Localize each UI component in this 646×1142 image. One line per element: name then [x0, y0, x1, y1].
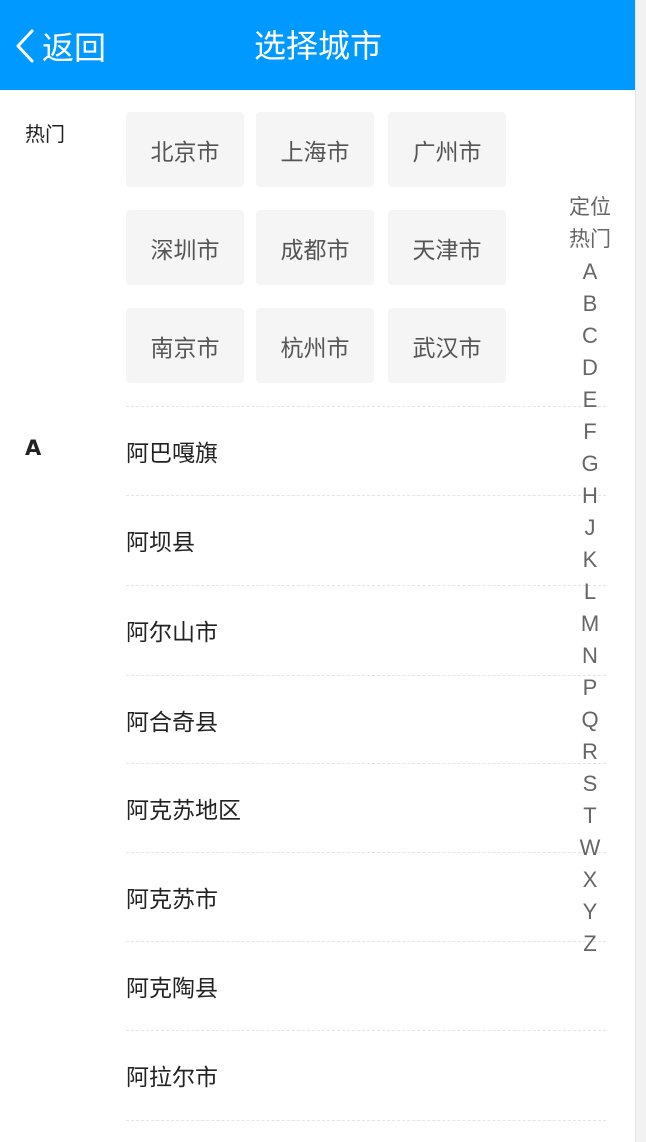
index-item-j[interactable]: J	[562, 512, 618, 544]
index-item-m[interactable]: M	[562, 608, 618, 640]
city-list-item[interactable]: 阿克苏地区	[126, 764, 606, 852]
index-item-c[interactable]: C	[562, 320, 618, 352]
index-item-b[interactable]: B	[562, 288, 618, 320]
city-list-item[interactable]: 阿坝县	[126, 496, 606, 584]
city-list-item[interactable]: 阿巴嘎旗	[126, 407, 606, 495]
index-item-locate[interactable]: 定位	[562, 192, 618, 224]
index-item-z[interactable]: Z	[562, 928, 618, 960]
index-item-g[interactable]: G	[562, 448, 618, 480]
index-item-l[interactable]: L	[562, 576, 618, 608]
index-item-n[interactable]: N	[562, 640, 618, 672]
index-item-w[interactable]: W	[562, 832, 618, 864]
hot-city-button[interactable]: 广州市	[388, 112, 506, 187]
index-item-q[interactable]: Q	[562, 704, 618, 736]
index-item-r[interactable]: R	[562, 736, 618, 768]
hot-city-button[interactable]: 杭州市	[256, 308, 374, 383]
index-item-p[interactable]: P	[562, 672, 618, 704]
divider	[126, 1120, 606, 1121]
hot-city-button[interactable]: 深圳市	[126, 210, 244, 285]
app-header: 返回 选择城市	[0, 0, 635, 90]
hot-city-button[interactable]: 上海市	[256, 112, 374, 187]
page-title: 选择城市	[253, 27, 382, 65]
index-item-f[interactable]: F	[562, 416, 618, 448]
city-picker-page: 返回 选择城市 热门 北京市 上海市 广州市 深圳市 成都市 天津市 南京市 杭…	[0, 0, 636, 1142]
index-item-t[interactable]: T	[562, 800, 618, 832]
section-letter-a: A	[25, 436, 42, 460]
index-item-hot[interactable]: 热门	[562, 224, 618, 256]
hot-city-button[interactable]: 武汉市	[388, 308, 506, 383]
index-item-h[interactable]: H	[562, 480, 618, 512]
index-item-s[interactable]: S	[562, 768, 618, 800]
index-item-x[interactable]: X	[562, 864, 618, 896]
index-item-k[interactable]: K	[562, 544, 618, 576]
window-gutter	[636, 0, 646, 1142]
index-item-e[interactable]: E	[562, 384, 618, 416]
index-item-d[interactable]: D	[562, 352, 618, 384]
index-item-y[interactable]: Y	[562, 896, 618, 928]
hot-city-button[interactable]: 北京市	[126, 112, 244, 187]
hot-city-button[interactable]: 成都市	[256, 210, 374, 285]
city-list-item[interactable]: 阿克陶县	[126, 942, 606, 1030]
hot-city-button[interactable]: 南京市	[126, 308, 244, 383]
index-item-a[interactable]: A	[562, 256, 618, 288]
city-list-item[interactable]: 阿克苏市	[126, 853, 606, 941]
city-list-item[interactable]: 阿拉尔市	[126, 1031, 606, 1119]
city-list-item[interactable]: 阿尔山市	[126, 586, 606, 674]
city-list-item[interactable]: 阿合奇县	[126, 676, 606, 764]
hot-city-button[interactable]: 天津市	[388, 210, 506, 285]
hot-section-label: 热门	[25, 122, 65, 146]
alphabet-index: 定位 热门 A B C D E F G H J K L M N P Q R S …	[562, 192, 618, 960]
